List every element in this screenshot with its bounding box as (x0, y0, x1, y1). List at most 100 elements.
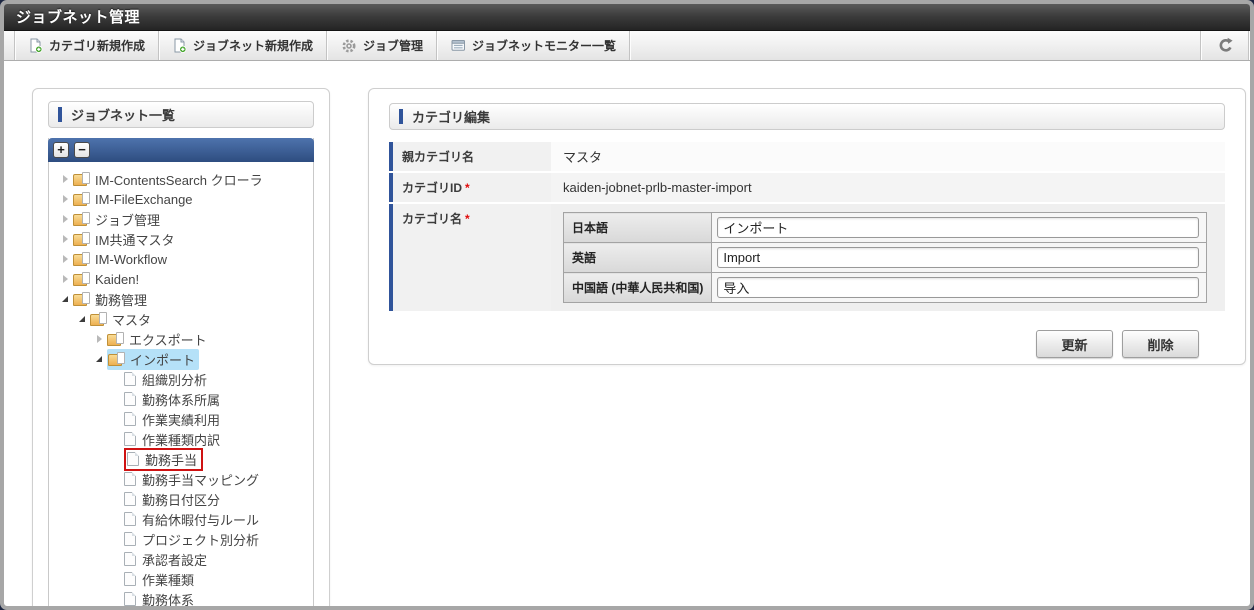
expand-all-button[interactable]: + (53, 142, 69, 158)
tree-item-label: IM-FileExchange (95, 192, 193, 207)
category-name-english-input[interactable] (717, 247, 1199, 268)
tree-item-label: 有給休暇付与ルール (142, 510, 259, 529)
tree-item-selected[interactable]: インポート (49, 349, 313, 369)
tree-item[interactable]: 勤務体系 (49, 589, 313, 609)
tree-item[interactable]: 作業種類内訳 (49, 429, 313, 449)
locale-label-english: 英語 (564, 243, 712, 273)
folder-icon (90, 312, 107, 326)
jobnet-monitor-list-button[interactable]: ジョブネットモニター一覧 (438, 31, 629, 60)
folder-icon (73, 232, 90, 246)
tree-item[interactable]: 勤務管理 (49, 289, 313, 309)
category-id-label: カテゴリID* (389, 173, 551, 202)
tree-item-label: Kaiden! (95, 272, 139, 287)
tree-item[interactable]: マスタ (49, 309, 313, 329)
toolbar: カテゴリ新規作成 ジョブネット新規作成 ジョブ管理 (4, 31, 1250, 61)
chevron-right-icon[interactable] (91, 335, 107, 343)
locale-row-japanese: 日本語 (564, 213, 1207, 243)
page-icon (124, 572, 136, 586)
category-edit-panel: カテゴリ編集 親カテゴリ名 マスタ カテゴリID* kaiden-jobnet-… (368, 88, 1246, 365)
jobnet-list-panel: ジョブネット一覧 + − IM-ContentsSearch クローラ IM-F… (32, 88, 330, 610)
tree-item[interactable]: 作業種類 (49, 569, 313, 589)
tree-list: IM-ContentsSearch クローラ IM-FileExchange ジ… (49, 162, 313, 609)
create-category-button[interactable]: カテゴリ新規作成 (16, 31, 158, 60)
page-icon (124, 412, 136, 426)
tree-item[interactable]: エクスポート (49, 329, 313, 349)
chevron-right-icon[interactable] (57, 175, 73, 183)
tree-item[interactable]: Kaiden! (49, 269, 313, 289)
app-window: ジョブネット管理 カテゴリ新規作成 ジョブネット新規作成 (0, 0, 1254, 610)
tree-item-label: 作業種類内訳 (142, 430, 220, 449)
category-edit-header: カテゴリ編集 (389, 103, 1225, 130)
tree-item-label: プロジェクト別分析 (142, 530, 259, 549)
chevron-right-icon[interactable] (57, 215, 73, 223)
tree-item[interactable]: 有給休暇付与ルール (49, 509, 313, 529)
chevron-expanded-icon[interactable] (74, 316, 90, 322)
tree-item-label: エクスポート (129, 330, 207, 349)
toolbar-separator (1248, 31, 1250, 60)
folder-icon (73, 272, 90, 286)
category-name-chinese-input[interactable] (717, 277, 1199, 298)
category-name-value: 日本語 英語 中国語 (中華人民共和国) (551, 204, 1225, 311)
collapse-all-button[interactable]: − (74, 142, 90, 158)
jobnet-tree: + − IM-ContentsSearch クローラ IM-FileExchan… (48, 138, 314, 610)
job-management-button[interactable]: ジョブ管理 (328, 31, 436, 60)
folder-icon (73, 192, 90, 206)
selected-highlight: インポート (107, 349, 199, 370)
tree-item-label: 勤務手当マッピング (142, 470, 259, 489)
chevron-right-icon[interactable] (57, 275, 73, 283)
delete-button[interactable]: 削除 (1122, 330, 1199, 358)
tree-item-annotated[interactable]: 勤務手当 (49, 449, 313, 469)
create-jobnet-label: ジョブネット新規作成 (193, 37, 313, 54)
update-button[interactable]: 更新 (1036, 330, 1113, 358)
category-edit-title: カテゴリ編集 (412, 107, 490, 126)
tree-item-label: 作業実績利用 (142, 410, 220, 429)
jobnet-list-title: ジョブネット一覧 (71, 105, 175, 124)
tree-item[interactable]: 作業実績利用 (49, 409, 313, 429)
chevron-right-icon[interactable] (57, 235, 73, 243)
tree-toolbar: + − (48, 138, 314, 162)
folder-icon (73, 292, 90, 306)
category-id-row: カテゴリID* kaiden-jobnet-prlb-master-import (389, 173, 1225, 202)
tree-item[interactable]: IM共通マスタ (49, 229, 313, 249)
jobnet-list-header: ジョブネット一覧 (48, 101, 314, 128)
tree-item-label: 勤務体系所属 (142, 390, 220, 409)
tree-item[interactable]: ジョブ管理 (49, 209, 313, 229)
create-jobnet-button[interactable]: ジョブネット新規作成 (160, 31, 326, 60)
category-name-japanese-input[interactable] (717, 217, 1199, 238)
folder-icon (73, 172, 90, 186)
tree-item[interactable]: 勤務手当マッピング (49, 469, 313, 489)
category-name-label: カテゴリ名* (389, 204, 551, 311)
page-icon (124, 372, 136, 386)
page-icon (124, 492, 136, 506)
monitor-list-icon (451, 38, 466, 53)
tree-item-label: ジョブ管理 (95, 210, 160, 229)
tree-item-label: 勤務体系 (142, 590, 194, 609)
tree-item-label: インポート (130, 350, 195, 369)
tree-item[interactable]: IM-FileExchange (49, 189, 313, 209)
page-icon (124, 432, 136, 446)
chevron-expanded-icon[interactable] (57, 296, 73, 302)
document-add-icon (173, 38, 187, 53)
chevron-right-icon[interactable] (57, 195, 73, 203)
tree-item[interactable]: 勤務体系所属 (49, 389, 313, 409)
page-title: ジョブネット管理 (4, 4, 1250, 31)
folder-icon (73, 252, 90, 266)
jobnet-monitor-list-label: ジョブネットモニター一覧 (472, 37, 616, 54)
tree-item[interactable]: IM-Workflow (49, 249, 313, 269)
tree-item[interactable]: 承認者設定 (49, 549, 313, 569)
folder-icon (108, 352, 125, 366)
page-icon (124, 552, 136, 566)
tree-item-label: 作業種類 (142, 570, 194, 589)
refresh-button[interactable] (1202, 31, 1248, 60)
chevron-expanded-icon[interactable] (91, 356, 107, 362)
tree-item-label: 組織別分析 (142, 370, 207, 389)
chevron-right-icon[interactable] (57, 255, 73, 263)
locale-label-japanese: 日本語 (564, 213, 712, 243)
tree-item[interactable]: IM-ContentsSearch クローラ (49, 169, 313, 189)
tree-item[interactable]: 組織別分析 (49, 369, 313, 389)
page-icon (124, 592, 136, 606)
tree-item[interactable]: 勤務日付区分 (49, 489, 313, 509)
category-id-value: kaiden-jobnet-prlb-master-import (551, 173, 1225, 202)
folder-icon (107, 332, 124, 346)
tree-item[interactable]: プロジェクト別分析 (49, 529, 313, 549)
